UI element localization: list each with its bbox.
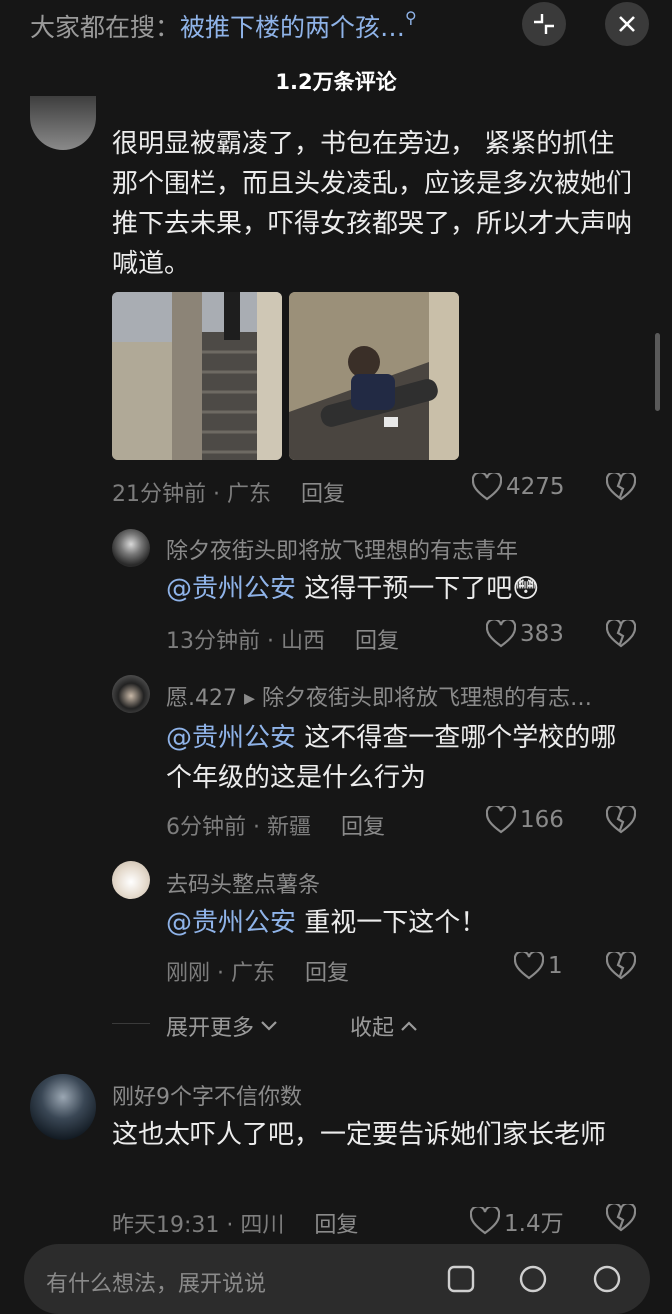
expand-more-button[interactable]: 展开更多: [166, 1010, 278, 1042]
minimize-icon: [534, 14, 554, 34]
emoji-icon[interactable]: [592, 1264, 622, 1294]
like-count: 166: [520, 807, 564, 833]
like-count: 1.4万: [504, 1211, 564, 1237]
mention-link[interactable]: @贵州公安: [166, 574, 296, 604]
like-button[interactable]: 4275: [472, 473, 565, 501]
comment-input-placeholder[interactable]: 有什么想法，展开说说: [46, 1266, 266, 1298]
avatar[interactable]: [30, 96, 96, 150]
broken-heart-icon: [605, 618, 637, 648]
avatar[interactable]: [30, 1074, 96, 1140]
trending-search-bar[interactable]: 大家都在搜：被推下楼的两个孩…⚲: [30, 8, 417, 44]
reply-text: @贵州公安 重视一下这个！: [166, 903, 636, 943]
heart-icon: [486, 620, 516, 648]
comment-count-title: 1.2万条评论: [275, 70, 397, 94]
comment-meta: 21分钟前 · 广东 回复: [112, 476, 345, 508]
thread-divider: [112, 1023, 150, 1024]
close-icon: [619, 16, 635, 32]
image-icon[interactable]: [446, 1264, 476, 1294]
reply-body: 重视一下这个！: [296, 908, 487, 938]
stairs-photo: [112, 292, 282, 460]
like-button[interactable]: 383: [486, 620, 564, 648]
expand-label: 展开更多: [166, 1016, 255, 1041]
reply-button[interactable]: 回复: [301, 482, 345, 507]
dislike-button[interactable]: [605, 618, 637, 652]
comment-input-bar[interactable]: 有什么想法，展开说说: [24, 1244, 650, 1314]
child-photo: [289, 292, 459, 460]
comment-text: 这也太吓人了吧，一定要告诉她们家长老师: [112, 1120, 607, 1150]
mention-link[interactable]: @贵州公安: [166, 908, 296, 938]
reply-meta: 刚刚 · 广东 回复: [166, 955, 349, 987]
collapse-label: 收起: [350, 1016, 395, 1041]
reply-username[interactable]: 除夕夜街头即将放飞理想的有志青年: [166, 533, 518, 565]
reply-button[interactable]: 回复: [355, 629, 399, 654]
avatar[interactable]: [112, 861, 150, 899]
search-icon: ⚲: [405, 8, 417, 27]
trending-label: 大家都在搜：: [30, 13, 181, 42]
like-count: 4275: [506, 474, 565, 500]
chevron-down-icon: [261, 1021, 277, 1031]
mention-link[interactable]: @贵州公安: [166, 723, 296, 753]
reply-button[interactable]: 回复: [305, 961, 349, 986]
broken-heart-icon: [605, 1202, 637, 1232]
comment-image-child[interactable]: [289, 292, 459, 460]
avatar[interactable]: [112, 675, 150, 713]
dislike-button[interactable]: [605, 804, 637, 838]
heart-icon: [514, 952, 544, 980]
like-count: 1: [548, 953, 563, 979]
dislike-button[interactable]: [605, 1202, 637, 1236]
trending-query[interactable]: 被推下楼的两个孩…: [180, 13, 405, 42]
comment-time-location: 昨天19:31 · 四川: [112, 1213, 285, 1238]
collapse-button[interactable]: 收起: [350, 1010, 418, 1042]
heart-icon: [486, 806, 516, 834]
like-button[interactable]: 166: [486, 806, 564, 834]
reply-text: @贵州公安 这得干预一下了吧😳: [166, 569, 636, 609]
like-button[interactable]: 1.4万: [470, 1204, 564, 1238]
dislike-button[interactable]: [605, 471, 637, 505]
comment-time-location: 21分钟前 · 广东: [112, 482, 271, 507]
comment-meta: 昨天19:31 · 四川 回复: [112, 1207, 358, 1239]
broken-heart-icon: [605, 471, 637, 501]
broken-heart-icon: [605, 804, 637, 834]
reply-meta: 13分钟前 · 山西 回复: [166, 623, 399, 655]
heart-icon: [470, 1207, 500, 1235]
collapse-screen-button[interactable]: [522, 2, 566, 46]
close-button[interactable]: [605, 2, 649, 46]
reply-time-location: 刚刚 · 广东: [166, 961, 275, 986]
reply-time-location: 13分钟前 · 山西: [166, 629, 325, 654]
reply-button[interactable]: 回复: [341, 815, 385, 840]
reply-username[interactable]: 愿.427 ▸ 除夕夜街头即将放飞理想的有志…: [166, 680, 592, 712]
avatar[interactable]: [112, 529, 150, 567]
comment-image-stairs[interactable]: [112, 292, 282, 460]
dizzy-face-emoji: 😳: [512, 574, 540, 604]
reply-text: @贵州公安 这不得查一查哪个学校的哪个年级的这是什么行为: [166, 718, 636, 798]
chevron-up-icon: [401, 1021, 417, 1031]
like-count: 383: [520, 621, 564, 647]
reply-time-location: 6分钟前 · 新疆: [166, 815, 311, 840]
like-button[interactable]: 1: [514, 952, 563, 980]
dislike-button[interactable]: [605, 950, 637, 984]
comment-text: 很明显被霸凌了，书包在旁边， 紧紧的抓住那个围栏，而且头发凌乱，应该是多次被她们…: [112, 129, 633, 279]
reply-meta: 6分钟前 · 新疆 回复: [166, 809, 385, 841]
comment-username[interactable]: 刚好9个字不信你数: [112, 1079, 302, 1111]
scrollbar[interactable]: [655, 333, 660, 411]
reply-body: 这得干预一下了吧: [296, 574, 513, 604]
at-mention-icon[interactable]: [518, 1264, 548, 1294]
reply-username[interactable]: 去码头整点薯条: [166, 867, 320, 899]
reply-button[interactable]: 回复: [314, 1213, 358, 1238]
broken-heart-icon: [605, 950, 637, 980]
heart-icon: [472, 473, 502, 501]
